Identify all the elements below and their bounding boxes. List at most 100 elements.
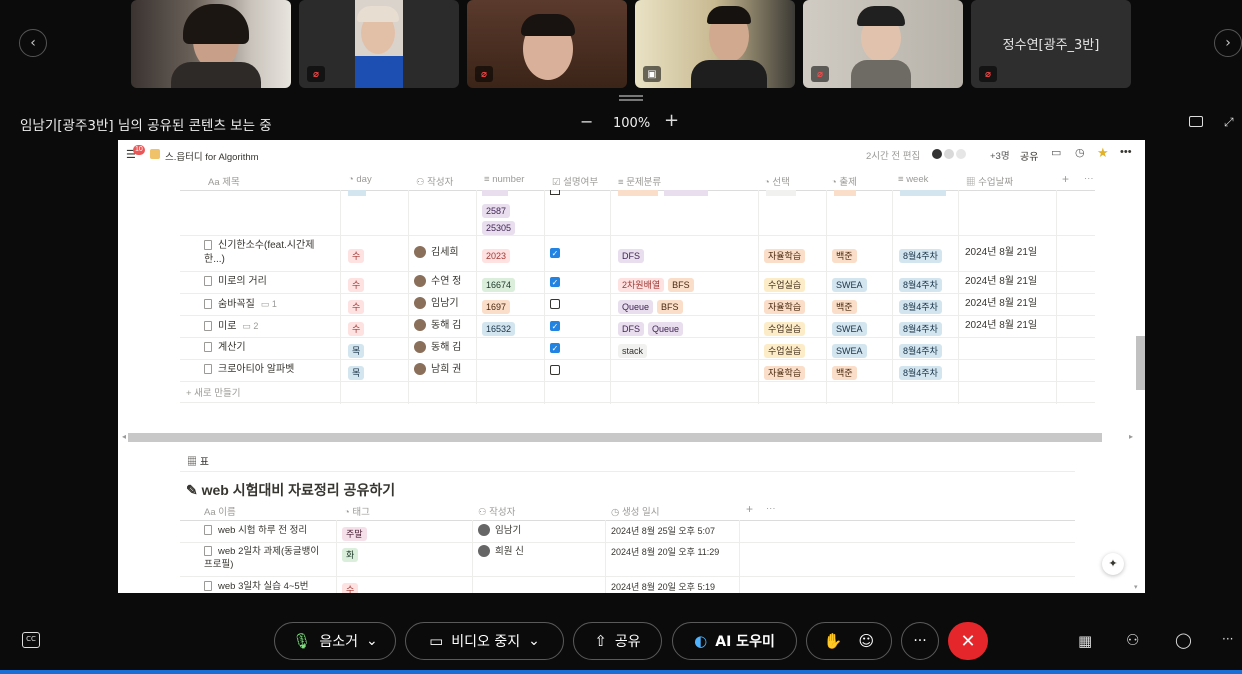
number-value: 1697 <box>482 300 511 314</box>
share-screen-button[interactable]: ⇧ 공유 <box>573 622 662 660</box>
add-column-icon[interactable]: + <box>1062 172 1069 186</box>
tag-value: 수 <box>342 583 359 593</box>
tag-cell: 주말 <box>342 524 371 542</box>
author: 동해 김 <box>414 341 461 355</box>
resize-handle[interactable] <box>619 95 643 101</box>
number-tag: 16674 <box>482 275 519 293</box>
stop-video-button[interactable]: ▭ 비디오 중지 ⌄ <box>405 622 564 660</box>
more-menu-icon[interactable]: ··· <box>1222 632 1233 646</box>
source-value: SWEA <box>832 344 867 358</box>
emoji-reaction-icon[interactable]: ☺ <box>859 632 875 650</box>
explained-checkbox[interactable]: ✓ <box>550 277 560 287</box>
breadcrumb[interactable]: 스.읍터디 for Algorithm <box>165 149 259 163</box>
class-date: 2024년 8월 21일 <box>965 320 1038 331</box>
more-options-icon[interactable]: ••• <box>1120 146 1132 158</box>
row-divider <box>180 402 1095 403</box>
favorite-star-icon[interactable]: ★ <box>1097 145 1109 161</box>
column-header-title[interactable]: Aa 제목 <box>208 174 240 188</box>
scroll-left-icon[interactable]: ◂ <box>122 432 126 441</box>
zoom-out-button[interactable]: − <box>580 112 593 131</box>
column-more-icon[interactable]: ··· <box>766 503 776 514</box>
explained-checkbox[interactable]: ✓ <box>550 321 560 331</box>
participant-name: 정수연[광주_3반] <box>1002 38 1100 53</box>
column-more-icon[interactable]: ··· <box>1084 173 1094 184</box>
column-header-author[interactable]: ⚇ 작성자 <box>416 174 453 188</box>
apps-icon[interactable]: ▦ <box>1078 632 1092 650</box>
share-button[interactable]: 공유 <box>1020 148 1038 163</box>
column-header-day[interactable]: ◔ day <box>348 174 372 185</box>
column-header-explained[interactable]: ☑ 설명여부 <box>552 174 598 188</box>
column-header-week[interactable]: ≡ week <box>898 174 928 185</box>
table-view-tab[interactable]: ▦ 표 <box>187 453 209 468</box>
column-header-source[interactable]: ◔ 출제 <box>831 174 857 188</box>
day-value: 목 <box>348 344 365 358</box>
week-value: 8월4주차 <box>899 322 942 336</box>
collaborator-avatar <box>954 147 968 161</box>
row-title[interactable]: 숨바꼭질 ▭ 1 <box>204 297 338 312</box>
participant-tile[interactable]: 정수연[광주_3반] ⌀ <box>971 0 1131 88</box>
row-title[interactable]: 미로 ▭ 2 <box>204 319 338 334</box>
new-row-button[interactable]: + 새로 만들기 <box>186 385 241 399</box>
scroll-down-icon[interactable]: ▾ <box>1134 583 1138 591</box>
comment-icon[interactable]: ▭ <box>1051 146 1061 159</box>
column-header-author[interactable]: ⚇ 작성자 <box>478 504 515 518</box>
column-header-date[interactable]: ▦ 수업날짜 <box>966 174 1013 188</box>
row-title[interactable]: 미로의 거리 <box>204 275 338 289</box>
ai-sparkle-button[interactable]: ✦ <box>1102 553 1124 575</box>
row-title[interactable]: web 3일차 실습 4~5번 <box>204 580 334 593</box>
participants-icon[interactable]: ⚇ <box>1126 631 1139 649</box>
number-tag: 16532 <box>482 319 519 337</box>
edited-time: 2시간 전 편집 <box>866 151 921 162</box>
captions-icon[interactable]: CC <box>22 632 40 648</box>
prev-page-button[interactable]: ‹ <box>19 29 47 57</box>
explained-checkbox[interactable] <box>550 299 560 309</box>
explained-checkbox[interactable] <box>550 365 560 375</box>
category-tag: DFS <box>618 249 644 263</box>
vertical-scrollbar[interactable] <box>1136 336 1145 390</box>
horizontal-scrollbar[interactable] <box>128 433 1102 442</box>
day-tag: 목 <box>348 341 368 359</box>
row-title[interactable]: 신기한소수(feat.시간제 한...) <box>204 239 338 267</box>
column-header-created[interactable]: ◷ 생성 일시 <box>611 504 660 518</box>
participant-tile[interactable]: ▣ <box>635 0 795 88</box>
column-header-label: 설명여부 <box>563 177 599 188</box>
source-value: SWEA <box>832 322 867 336</box>
select-tag: 수업실습 <box>764 319 809 337</box>
row-title[interactable]: 계산기 <box>204 341 338 355</box>
popout-icon[interactable] <box>1189 116 1203 127</box>
raise-hand-icon[interactable]: ✋ <box>824 632 843 650</box>
participant-tile[interactable]: ⌀ <box>467 0 627 88</box>
add-column-icon[interactable]: + <box>746 502 753 516</box>
participant-tile[interactable] <box>131 0 291 88</box>
explained-checkbox[interactable]: ✓ <box>550 248 560 258</box>
column-header-select[interactable]: ◔ 선택 <box>764 174 790 188</box>
author: 임남기 <box>414 297 459 311</box>
column-header-number[interactable]: ≡ number <box>484 174 524 185</box>
mute-button[interactable]: 🎙 음소거 ⌄ <box>274 622 396 660</box>
select-value: 자율학습 <box>764 300 806 314</box>
participant-tile[interactable]: ⌀ <box>299 0 459 88</box>
next-page-button[interactable]: › <box>1214 29 1242 57</box>
title-text: 숨바꼭질 <box>218 299 255 310</box>
tag-value: 주말 <box>342 527 367 541</box>
scroll-right-icon[interactable]: ▸ <box>1129 432 1133 441</box>
participant-tile[interactable]: ⌀ <box>803 0 963 88</box>
number-value: 16674 <box>482 278 516 292</box>
chat-icon[interactable]: ◯ <box>1175 631 1192 649</box>
column-header-name[interactable]: Aa 이름 <box>204 504 236 518</box>
row-title[interactable]: web 시험 하루 전 정리 <box>204 524 334 537</box>
page-icon <box>204 525 212 536</box>
partial-tag <box>482 190 508 196</box>
explained-checkbox[interactable]: ✓ <box>550 343 560 353</box>
column-header-category[interactable]: ≡ 문제분류 <box>618 174 661 188</box>
zoom-in-button[interactable]: + <box>664 110 679 131</box>
history-icon[interactable]: ◷ <box>1075 146 1085 159</box>
ai-assistant-button[interactable]: ◐ AI 도우미 <box>672 622 797 660</box>
more-options-button[interactable]: ··· <box>901 622 939 660</box>
row-title[interactable]: 크로아티아 알파벳 <box>204 363 338 377</box>
fullscreen-icon[interactable]: ⤢ <box>1224 116 1236 128</box>
column-header-tag[interactable]: ◔ 태그 <box>344 504 370 518</box>
leave-meeting-button[interactable]: ✕ <box>948 622 988 660</box>
row-title[interactable]: web 2일차 과제(동글뱅이 프로필) <box>204 545 334 571</box>
column-header-label: day <box>356 174 372 185</box>
